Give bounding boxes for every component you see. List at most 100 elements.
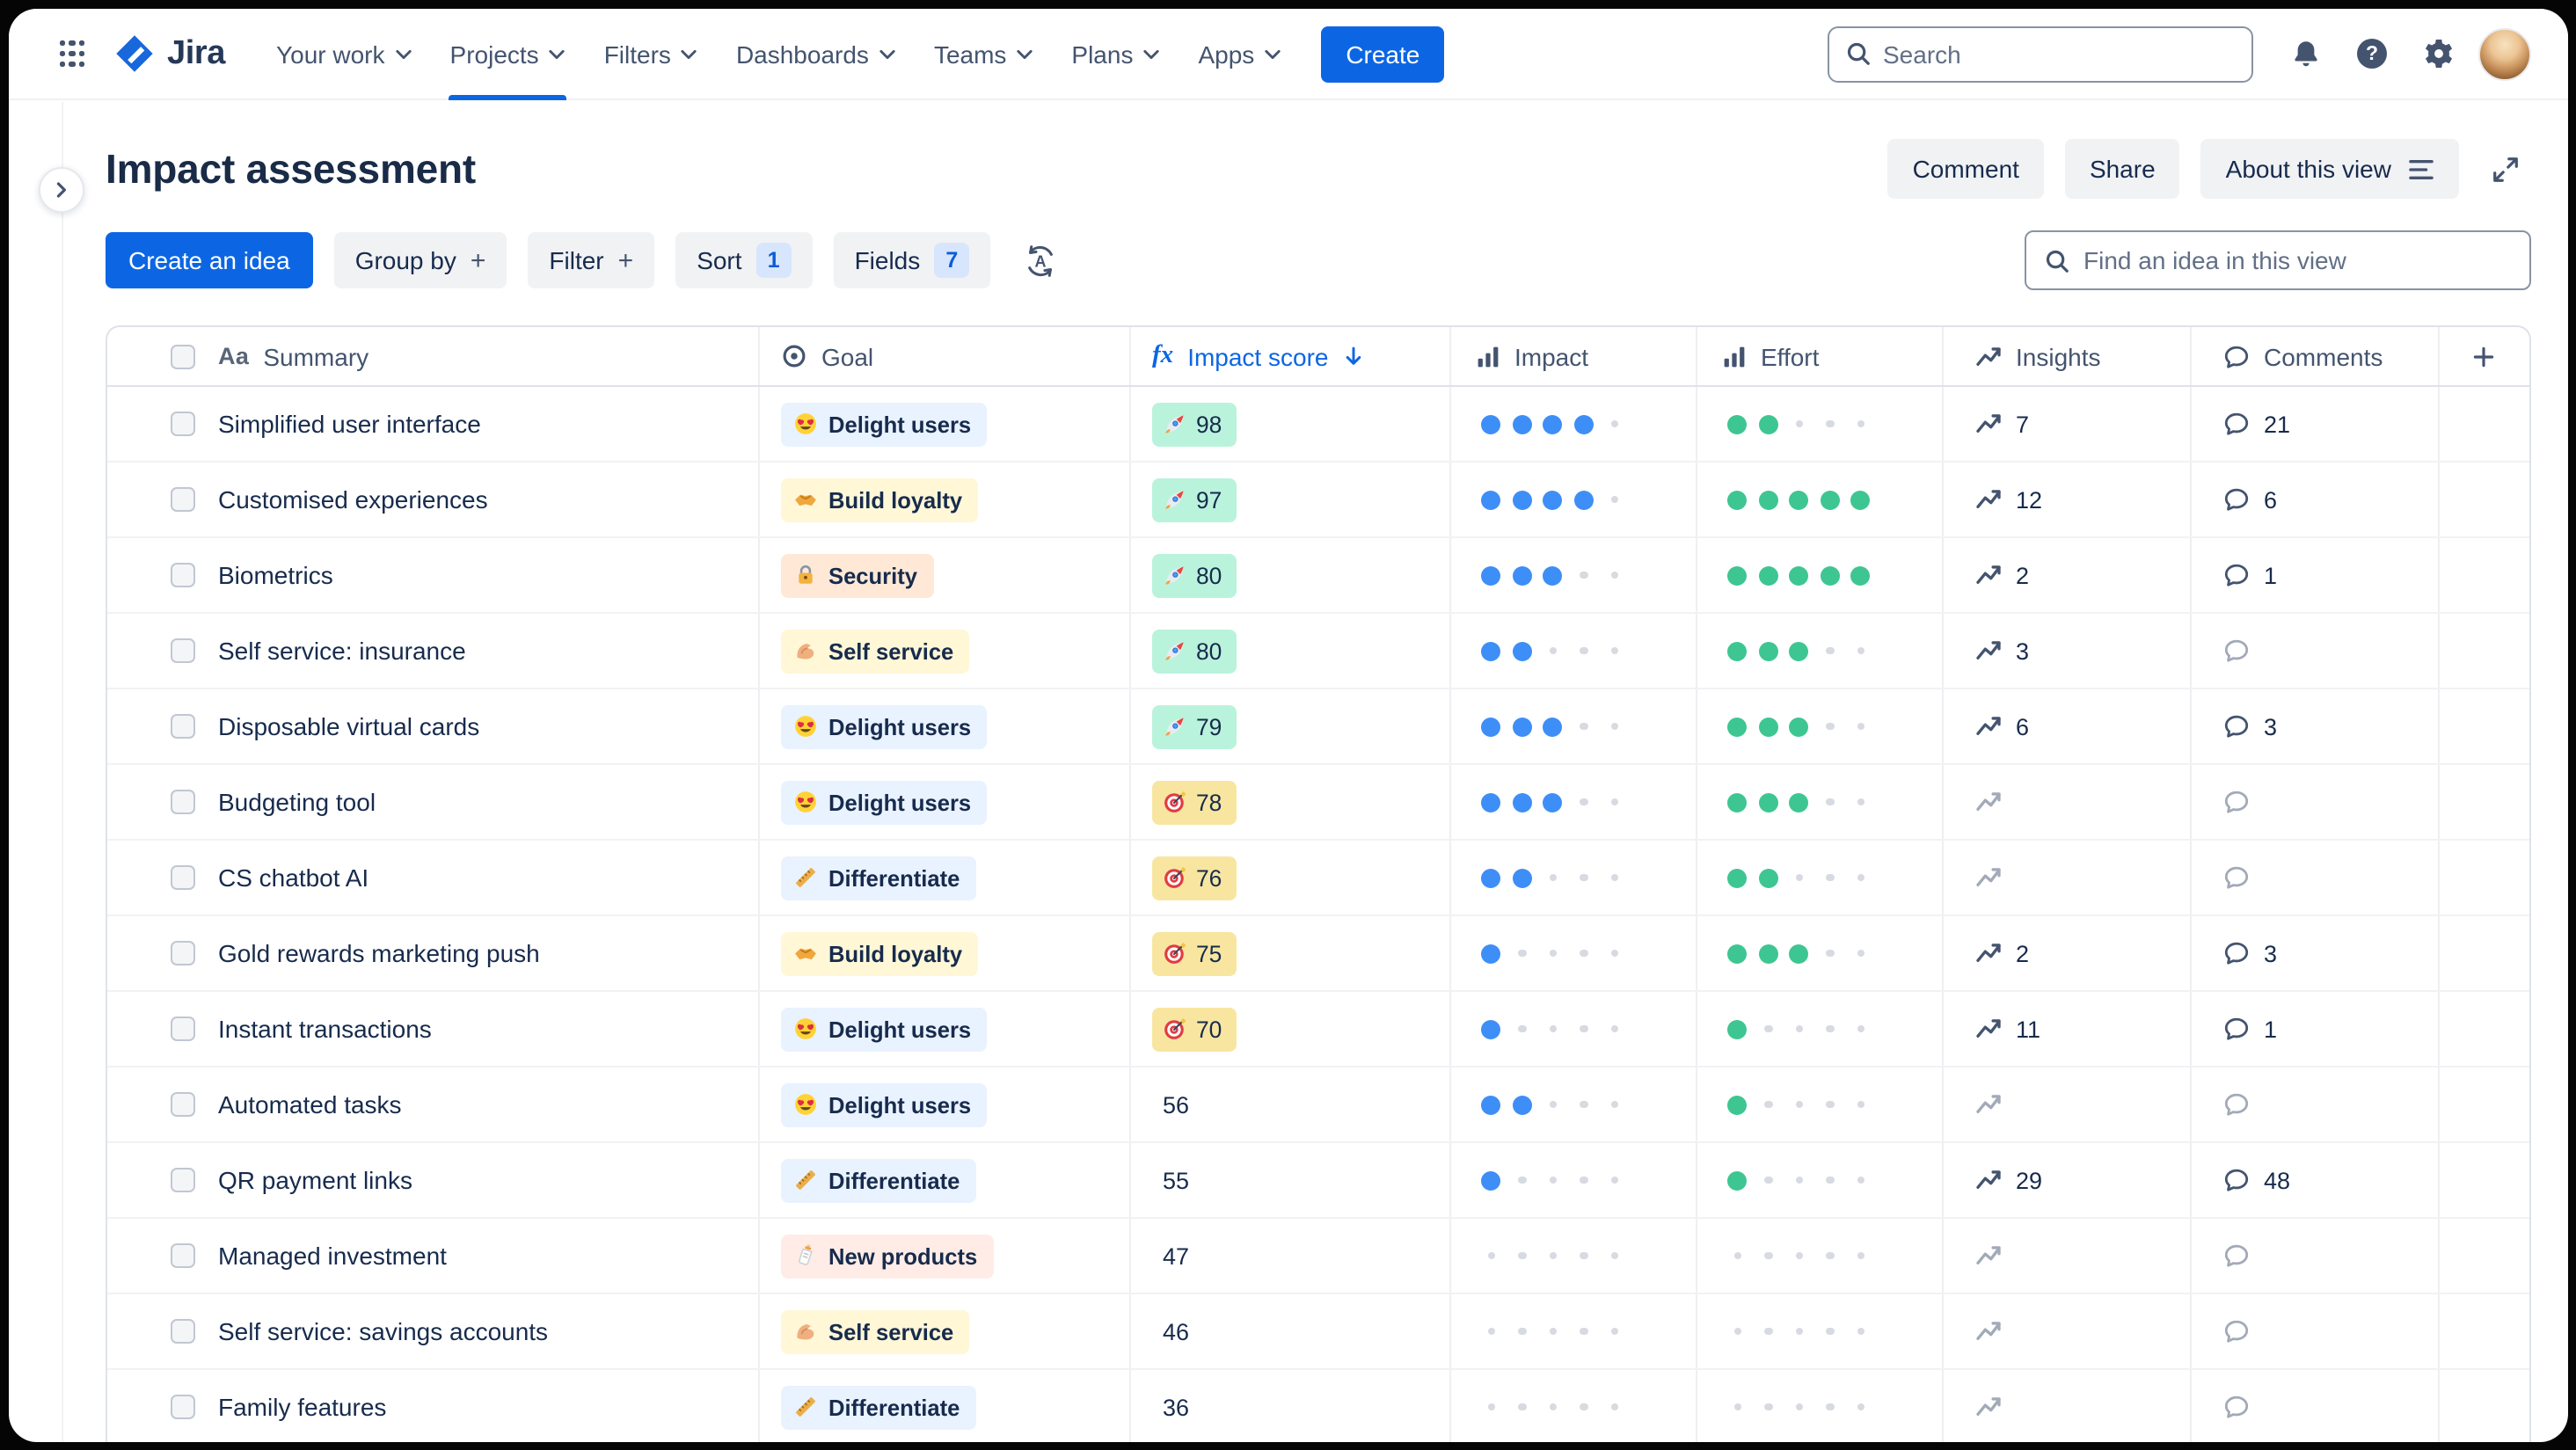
row-checkbox[interactable] — [171, 790, 195, 814]
row-checkbox[interactable] — [171, 1168, 195, 1192]
impact-rating[interactable] — [1449, 765, 1696, 839]
nav-item-your-work[interactable]: Your work — [257, 9, 431, 99]
impact-score-cell[interactable]: 55 — [1129, 1143, 1449, 1217]
summary-cell[interactable]: Biometrics — [206, 538, 758, 612]
nav-item-dashboards[interactable]: Dashboards — [717, 9, 915, 99]
impact-score-cell[interactable]: 76 — [1129, 841, 1449, 914]
row-checkbox[interactable] — [171, 1395, 195, 1419]
summary-cell[interactable]: Self service: insurance — [206, 614, 758, 688]
column-header-effort[interactable]: Effort — [1696, 327, 1942, 385]
table-row[interactable]: Biometrics Security 80 2 1 — [107, 538, 2529, 614]
effort-rating[interactable] — [1696, 992, 1942, 1066]
row-checkbox[interactable] — [171, 865, 195, 890]
effort-rating[interactable] — [1696, 1294, 1942, 1368]
impact-score-cell[interactable]: 46 — [1129, 1294, 1449, 1368]
expand-sidebar-button[interactable] — [39, 167, 84, 213]
table-row[interactable]: Managed investment New products 47 — [107, 1219, 2529, 1294]
comments-cell[interactable] — [2190, 614, 2438, 688]
fields-button[interactable]: Fields 7 — [833, 232, 991, 288]
summary-cell[interactable]: QR payment links — [206, 1143, 758, 1217]
effort-rating[interactable] — [1696, 765, 1942, 839]
impact-rating[interactable] — [1449, 1067, 1696, 1141]
table-row[interactable]: Self service: insurance Self service 80 … — [107, 614, 2529, 689]
impact-score-cell[interactable]: 56 — [1129, 1067, 1449, 1141]
row-checkbox[interactable] — [171, 1016, 195, 1041]
effort-rating[interactable] — [1696, 1143, 1942, 1217]
summary-cell[interactable]: CS chatbot AI — [206, 841, 758, 914]
insights-cell[interactable]: 6 — [1942, 689, 2190, 763]
column-header-goal[interactable]: Goal — [758, 327, 1129, 385]
comments-cell[interactable] — [2190, 1370, 2438, 1441]
comments-cell[interactable] — [2190, 841, 2438, 914]
goal-chip[interactable]: Build loyalty — [781, 931, 979, 975]
impact-rating[interactable] — [1449, 538, 1696, 612]
impact-rating[interactable] — [1449, 1294, 1696, 1368]
table-row[interactable]: QR payment links Differentiate 55 29 48 — [107, 1143, 2529, 1219]
impact-score-cell[interactable]: 80 — [1129, 538, 1449, 612]
auto-sort-button[interactable]: A — [1011, 232, 1068, 288]
goal-chip[interactable]: New products — [781, 1234, 994, 1278]
impact-rating[interactable] — [1449, 916, 1696, 990]
insights-cell[interactable]: 2 — [1942, 916, 2190, 990]
table-row[interactable]: Gold rewards marketing push Build loyalt… — [107, 916, 2529, 992]
insights-cell[interactable] — [1942, 1370, 2190, 1441]
row-checkbox[interactable] — [171, 1243, 195, 1268]
impact-rating[interactable] — [1449, 387, 1696, 461]
comments-cell[interactable]: 21 — [2190, 387, 2438, 461]
nav-item-apps[interactable]: Apps — [1179, 9, 1300, 99]
filter-button[interactable]: Filter + — [528, 232, 655, 288]
summary-cell[interactable]: Disposable virtual cards — [206, 689, 758, 763]
column-header-impact[interactable]: Impact — [1449, 327, 1696, 385]
insights-cell[interactable] — [1942, 1294, 2190, 1368]
summary-cell[interactable]: Managed investment — [206, 1219, 758, 1293]
goal-chip[interactable]: Differentiate — [781, 856, 976, 900]
impact-score-cell[interactable]: 36 — [1129, 1370, 1449, 1441]
table-row[interactable]: Automated tasks Delight users 56 — [107, 1067, 2529, 1143]
select-all-checkbox[interactable] — [171, 344, 195, 368]
about-this-view-button[interactable]: About this view — [2200, 139, 2458, 199]
create-idea-button[interactable]: Create an idea — [106, 232, 313, 288]
column-header-summary[interactable]: Aa Summary — [206, 327, 758, 385]
goal-chip[interactable]: Delight users — [781, 1007, 988, 1051]
add-column-button[interactable] — [2438, 327, 2529, 385]
impact-rating[interactable] — [1449, 1219, 1696, 1293]
insights-cell[interactable]: 11 — [1942, 992, 2190, 1066]
nav-item-teams[interactable]: Teams — [915, 9, 1052, 99]
notifications-button[interactable] — [2277, 26, 2333, 82]
insights-cell[interactable] — [1942, 841, 2190, 914]
effort-rating[interactable] — [1696, 689, 1942, 763]
row-checkbox[interactable] — [171, 1092, 195, 1117]
comments-cell[interactable] — [2190, 1067, 2438, 1141]
impact-rating[interactable] — [1449, 689, 1696, 763]
goal-chip[interactable]: Delight users — [781, 780, 988, 824]
effort-rating[interactable] — [1696, 387, 1942, 461]
insights-cell[interactable] — [1942, 1219, 2190, 1293]
goal-chip[interactable]: Self service — [781, 1309, 970, 1353]
impact-score-cell[interactable]: 47 — [1129, 1219, 1449, 1293]
insights-cell[interactable]: 29 — [1942, 1143, 2190, 1217]
create-button[interactable]: Create — [1321, 26, 1445, 82]
global-search-input[interactable] — [1883, 40, 2235, 68]
impact-score-cell[interactable]: 98 — [1129, 387, 1449, 461]
summary-cell[interactable]: Automated tasks — [206, 1067, 758, 1141]
comments-cell[interactable]: 3 — [2190, 689, 2438, 763]
row-checkbox[interactable] — [171, 941, 195, 965]
comments-cell[interactable]: 1 — [2190, 992, 2438, 1066]
group-by-button[interactable]: Group by + — [333, 232, 507, 288]
impact-score-cell[interactable]: 79 — [1129, 689, 1449, 763]
impact-rating[interactable] — [1449, 841, 1696, 914]
summary-cell[interactable]: Gold rewards marketing push — [206, 916, 758, 990]
comments-cell[interactable] — [2190, 1294, 2438, 1368]
impact-score-cell[interactable]: 78 — [1129, 765, 1449, 839]
nav-item-projects[interactable]: Projects — [431, 9, 585, 99]
table-row[interactable]: Budgeting tool Delight users 78 — [107, 765, 2529, 841]
summary-cell[interactable]: Budgeting tool — [206, 765, 758, 839]
comments-cell[interactable]: 1 — [2190, 538, 2438, 612]
table-row[interactable]: CS chatbot AI Differentiate 76 — [107, 841, 2529, 916]
effort-rating[interactable] — [1696, 916, 1942, 990]
impact-rating[interactable] — [1449, 992, 1696, 1066]
summary-cell[interactable]: Family features — [206, 1370, 758, 1441]
impact-score-cell[interactable]: 80 — [1129, 614, 1449, 688]
share-button[interactable]: Share — [2064, 139, 2180, 199]
impact-score-cell[interactable]: 75 — [1129, 916, 1449, 990]
